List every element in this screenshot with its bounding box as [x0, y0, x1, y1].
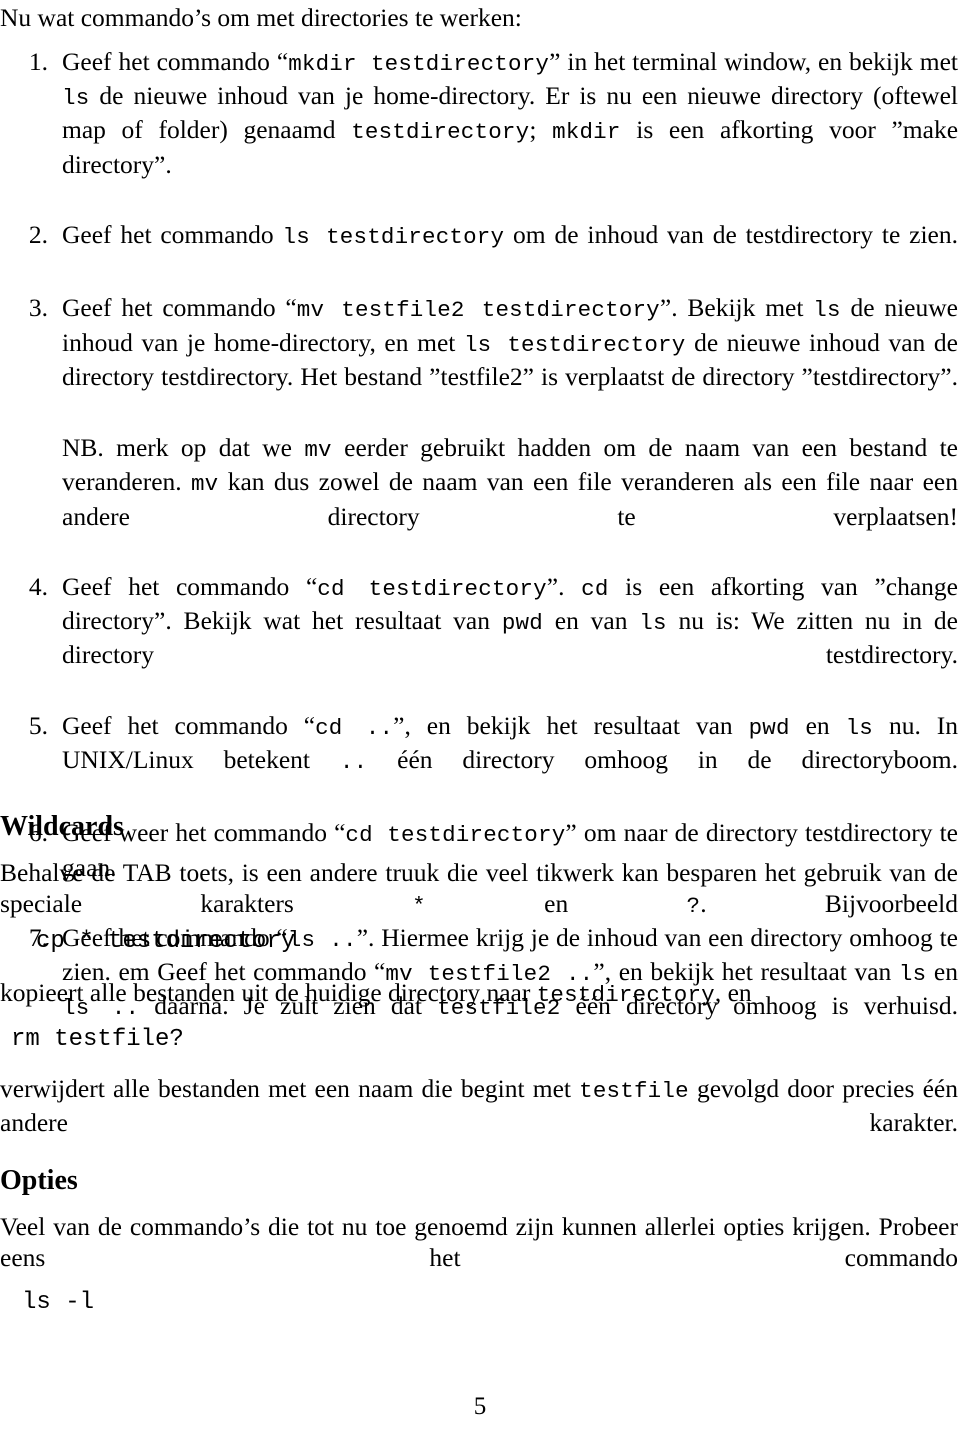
inline-command: cd .. [315, 714, 394, 741]
inline-command: * [412, 893, 426, 920]
inline-command: cd testdirectory [317, 576, 547, 603]
exercise-paragraph: Geef het commando “mv testfile2 testdire… [62, 293, 958, 391]
inline-command: mv [190, 471, 219, 498]
exercise-item: 4. Geef het commando “cd testdirectory”. … [0, 571, 958, 702]
code-line-rm: rm testfile? [11, 1026, 184, 1053]
page-number: 5 [473, 1393, 487, 1420]
section-heading-opties: Opties [0, 1165, 78, 1196]
exercise-item-body: Geef het commando “mkdir testdirectory” … [62, 46, 958, 211]
exercise-item-number: 3. [28, 293, 48, 323]
exercise-item-number: 4. [28, 572, 48, 602]
exercise-item-body: Geef het commando “cd testdirectory”. cd… [62, 571, 958, 702]
inline-command: ls [639, 610, 667, 637]
inline-command: testdirectory [536, 982, 715, 1008]
inline-command: cd testdirectory [345, 822, 566, 849]
inline-command: mv [304, 437, 332, 464]
exercise-item: 3. Geef het commando “mv testfile2 testdi… [0, 292, 958, 563]
exercise-note-paragraph: NB. merk op dat we mv eerder gebruikt ha… [62, 433, 959, 531]
section-heading-wildcards: Wildcards [0, 811, 124, 842]
exercise-item-body: Geef het commando “cd ..”, en bekijk het… [62, 710, 958, 810]
inline-command: mv testfile2 testdirectory [296, 297, 660, 324]
inline-command: testdirectory [351, 119, 530, 146]
inline-command: ls testdirectory [282, 224, 505, 251]
inline-command: ls [845, 714, 874, 741]
exercise-item: 1. Geef het commando “mkdir testdirectory… [0, 46, 958, 211]
inline-command: ls [813, 297, 841, 324]
exercise-item-number: 2. [28, 220, 48, 250]
exercise-item-body: Geef het commando “mv testfile2 testdire… [62, 292, 958, 563]
inline-command: .. [339, 749, 368, 776]
inline-command: ls [62, 85, 90, 112]
inline-command: mkdir [552, 119, 621, 146]
exercise-paragraph: Geef het commando “mkdir testdirectory” … [62, 47, 959, 179]
inline-command: cd [581, 576, 609, 603]
exercise-paragraph: Geef het commando ls testdirectory om de… [62, 220, 958, 251]
wildcards-paragraph-3: verwijdert alle bestanden met een naam d… [0, 1074, 958, 1138]
exercise-item-number: 5. [28, 710, 48, 740]
exercise-item-number: 1. [28, 47, 48, 76]
inline-command: ? [686, 893, 701, 920]
exercise-item: 5. Geef het commando “cd ..”, en bekijk h… [0, 710, 958, 810]
code-line-ls-l: ls -l [22, 1289, 95, 1316]
exercise-item-body: Geef het commando ls testdirectory om de… [62, 219, 958, 284]
inline-command: pwd [748, 714, 790, 741]
exercise-paragraph: Geef het commando “cd testdirectory”. cd… [62, 572, 958, 670]
exercise-paragraph: Geef het commando “cd ..”, en bekijk het… [62, 710, 958, 776]
document-page: Nu wat commando’s om met directories te … [0, 0, 960, 1440]
inline-command: testfile [579, 1078, 689, 1104]
inline-command: pwd [501, 610, 543, 637]
code-line-cp: cp * testdirectory [36, 928, 296, 955]
inline-command: mkdir testdirectory [288, 51, 550, 77]
opties-paragraph-1: Veel van de commando’s die tot nu toe ge… [0, 1212, 958, 1273]
inline-command: ls testdirectory [463, 331, 686, 358]
exercise-item: 2. Geef het commando ls testdirectory om … [0, 219, 958, 284]
